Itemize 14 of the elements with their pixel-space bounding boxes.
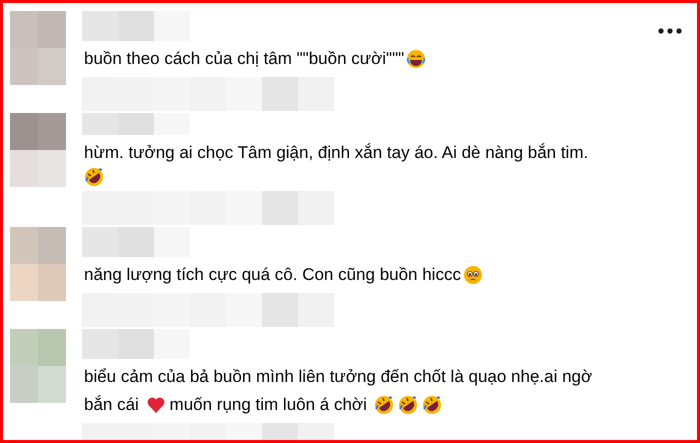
more-options-icon[interactable] [657, 27, 683, 35]
rolling-laughing-emoji-icon [398, 395, 418, 415]
comment-text: năng lượng tích cực quá cô. Con cũng buồn hiccc [83, 264, 461, 286]
heart-icon [146, 395, 166, 415]
comment-text: hừm. tưởng ai chọc Tâm giận, định xắn tay áo. Ai dè nàng bắn tim. [83, 142, 588, 164]
rolling-laughing-emoji-icon [374, 395, 394, 415]
comment-text: buồn theo cách của chị tâm ""buồn cười""" [83, 48, 404, 70]
laughing-emoji-icon [406, 49, 426, 69]
rolling-laughing-emoji-icon [84, 167, 104, 187]
comment-text: bắn cái [83, 394, 140, 416]
pleading-emoji-icon [462, 265, 483, 285]
comment-text: muốn rụng tim luôn á chời [168, 394, 368, 416]
rolling-laughing-emoji-icon [422, 395, 442, 415]
comment-text: biểu cảm của bả buồn mình liên tưởng đến chốt là quạo nhẹ.ai ngờ [83, 366, 592, 388]
